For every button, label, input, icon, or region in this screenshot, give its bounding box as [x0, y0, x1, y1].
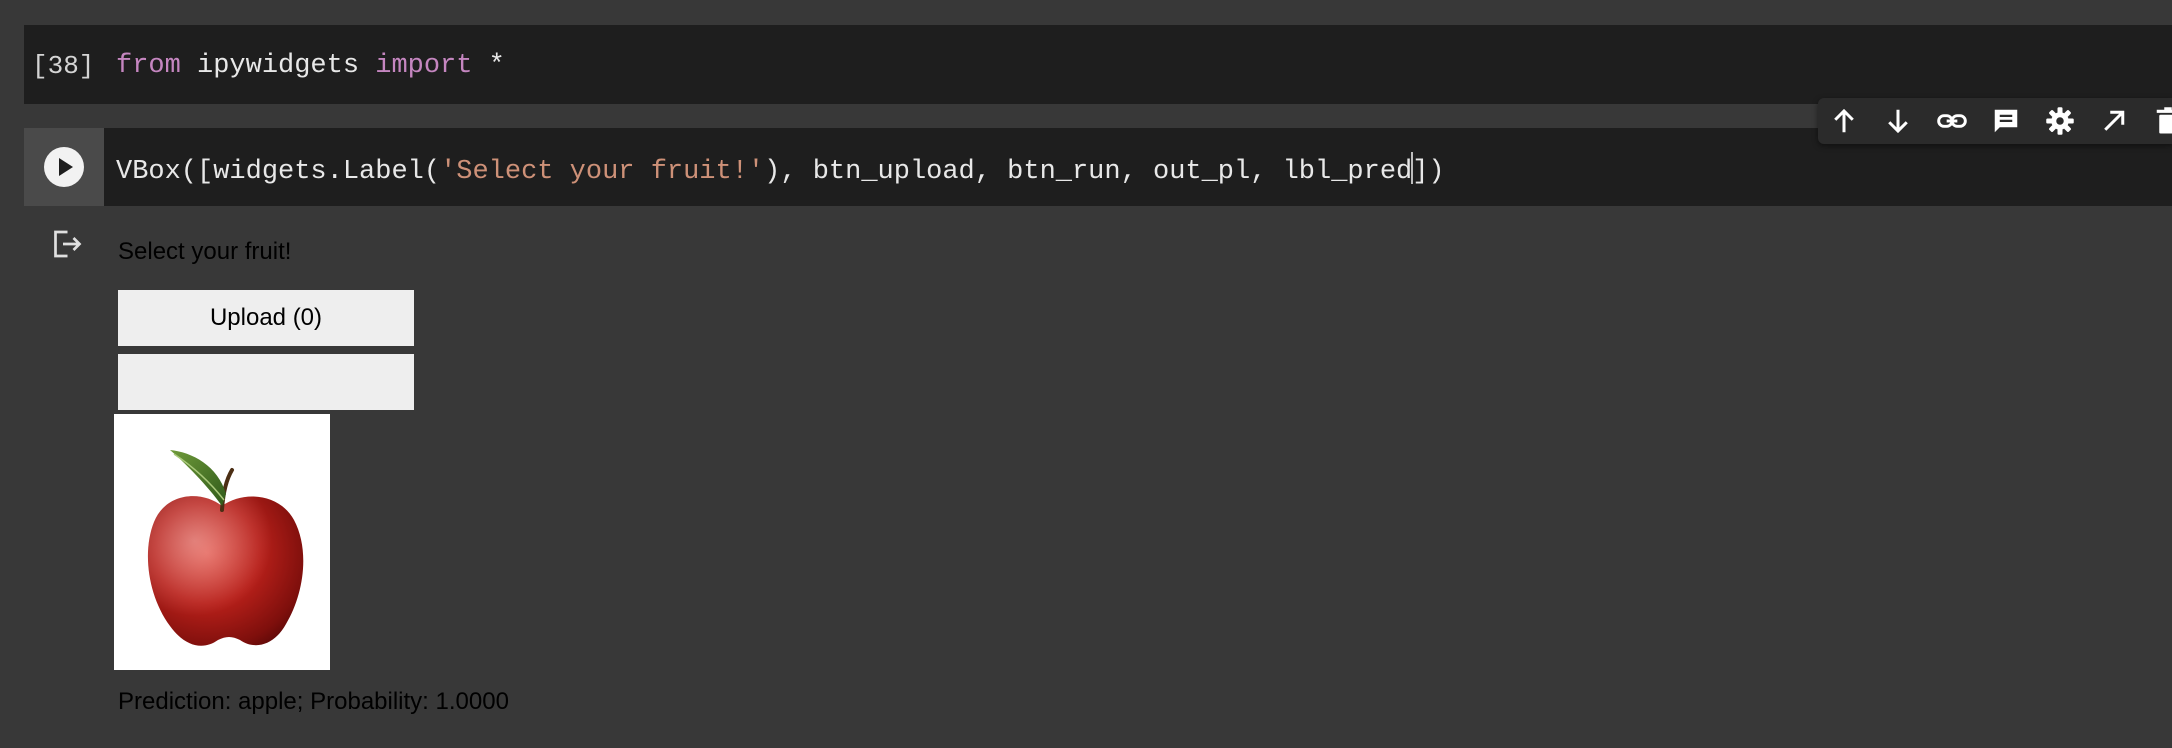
top-strip — [0, 0, 2172, 25]
arrow-up-icon — [1834, 108, 1854, 133]
open-external-icon — [2104, 110, 2125, 131]
widget-label: Select your fruit! — [118, 238, 292, 265]
code-line-import[interactable]: from ipywidgets import * — [116, 51, 505, 81]
code-text: ]) — [1412, 157, 1445, 187]
module-name: ipywidgets — [180, 51, 376, 81]
prediction-label: Prediction: apple; Probability: 1.0000 — [118, 688, 509, 715]
run-widget-button[interactable] — [118, 354, 414, 410]
apple-image — [114, 414, 330, 670]
comment-icon — [1994, 109, 2018, 133]
copy-link-button[interactable] — [1934, 103, 1970, 139]
code-line-vbox[interactable]: VBox([widgets.Label('Select your fruit!'… — [116, 152, 1445, 187]
link-icon — [1937, 114, 1967, 128]
add-comment-button[interactable] — [1988, 103, 2024, 139]
settings-button[interactable] — [2042, 103, 2078, 139]
arrow-down-icon — [1888, 109, 1908, 134]
run-cell-button[interactable] — [44, 147, 84, 187]
keyword-import: import — [375, 51, 473, 81]
open-in-tab-button[interactable] — [2096, 103, 2132, 139]
code-text: ), btn_upload, btn_run, out_pl, lbl_pred — [764, 157, 1413, 187]
code-text: VBox([widgets.Label( — [116, 157, 441, 187]
code-cell-import[interactable]: [38] from ipywidgets import * — [24, 25, 2172, 104]
delete-cell-button[interactable] — [2150, 103, 2172, 139]
cell-toolbar — [1818, 98, 2172, 144]
upload-button[interactable]: Upload (0) — [118, 290, 414, 346]
move-down-button[interactable] — [1880, 103, 1916, 139]
output-actions-button[interactable] — [48, 226, 84, 267]
gear-icon — [2046, 107, 2074, 135]
cell-gutter — [24, 128, 104, 206]
keyword-from: from — [116, 51, 181, 81]
execution-count: [38] — [32, 51, 95, 81]
move-up-button[interactable] — [1826, 103, 1862, 139]
play-icon — [59, 158, 73, 176]
code-string: 'Select your fruit!' — [440, 157, 765, 187]
delete-icon — [2156, 107, 2172, 134]
output-redirect-icon — [54, 230, 82, 258]
import-star: * — [472, 51, 505, 81]
